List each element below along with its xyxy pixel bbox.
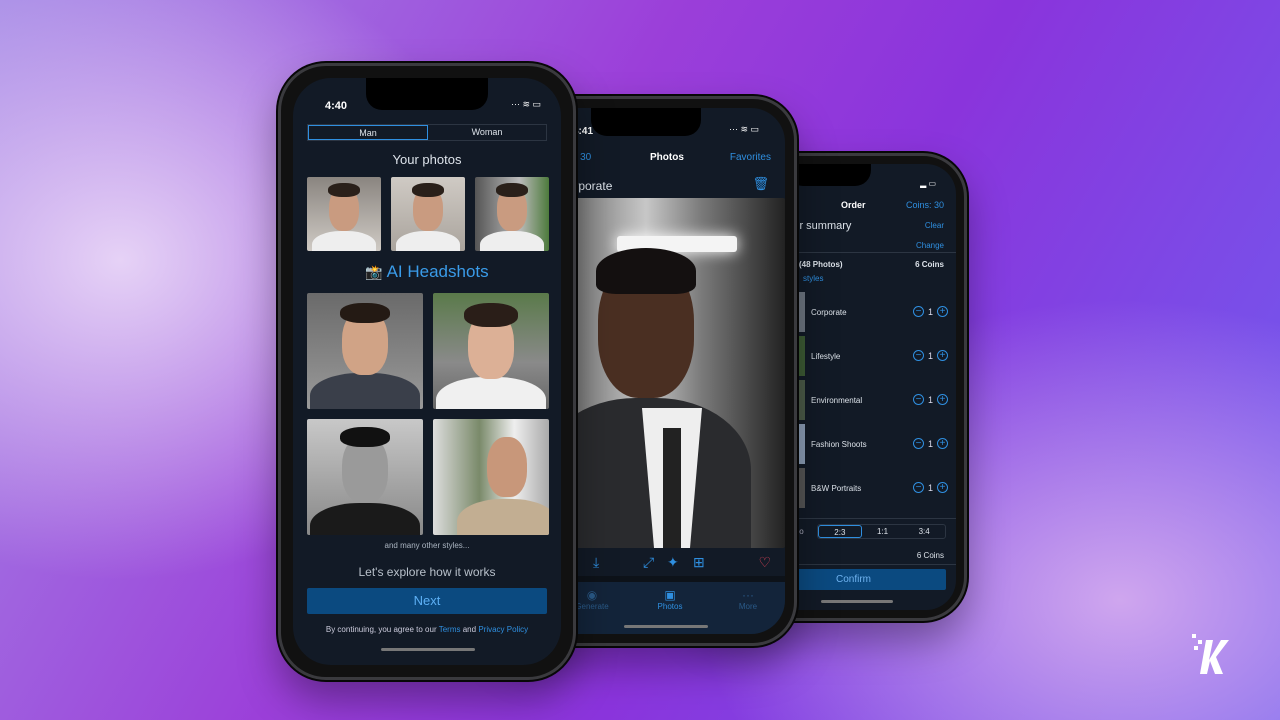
next-button[interactable]: Next	[307, 588, 547, 614]
plus-button[interactable]: +	[937, 306, 948, 317]
plus-button[interactable]: +	[937, 438, 948, 449]
magic-wand-icon[interactable]: ✦	[667, 554, 679, 571]
onboarding-screen: 4:40 ··· ≋ ▭ Man Woman Your photos 📸 AI …	[293, 78, 561, 665]
download-icon[interactable]: ⤓	[593, 554, 599, 571]
more-styles-text: and many other styles...	[384, 541, 470, 550]
screen-title: Photos	[650, 152, 684, 163]
style-qty: 1	[927, 394, 933, 405]
your-photos-title: Your photos	[392, 152, 462, 167]
minus-button[interactable]: −	[912, 438, 924, 449]
home-indicator	[381, 648, 475, 651]
style-name: Lifestyle	[811, 352, 841, 361]
order-title: Order	[841, 200, 866, 210]
plus-button[interactable]: +	[937, 482, 948, 493]
minus-button[interactable]: −	[912, 306, 924, 317]
style-row: Fashion Shoots −1 +	[791, 424, 956, 464]
package-label: (48 Photos)	[799, 260, 843, 269]
style-name: Corporate	[811, 308, 847, 317]
style-row: Environmental −1 +	[791, 380, 956, 420]
wifi-battery-icon: ··· ≋ ▭	[510, 99, 541, 109]
wifi-battery-icon: ··· ≋ ▭	[728, 124, 759, 134]
home-indicator	[624, 625, 708, 628]
headshot-example	[433, 293, 549, 409]
camera-icon: 📸	[365, 264, 383, 280]
clear-link[interactable]: Clear	[925, 221, 944, 230]
style-qty: 1	[927, 350, 933, 361]
minus-button[interactable]: −	[912, 482, 924, 493]
style-name: Environmental	[811, 396, 863, 405]
privacy-policy-link[interactable]: Privacy Policy	[478, 625, 528, 634]
tab-man[interactable]: Man	[308, 125, 428, 140]
user-photo[interactable]	[475, 177, 549, 251]
status-time: 4:41	[573, 126, 594, 137]
phone-onboarding: 4:40 ··· ≋ ▭ Man Woman Your photos 📸 AI …	[278, 63, 576, 680]
explore-text: Let's explore how it works	[358, 565, 496, 579]
plus-button[interactable]: +	[937, 350, 948, 361]
ratio-selector: 2:3 1:1 3:4	[817, 524, 946, 539]
brand-logo	[1192, 632, 1236, 676]
user-photo[interactable]	[307, 177, 381, 251]
headshot-example	[433, 419, 549, 535]
headshot-example	[307, 293, 423, 409]
tab-photos[interactable]: ▣ Photos	[645, 588, 695, 611]
ratio-option-2-3[interactable]: 2:3	[818, 525, 862, 538]
style-name: B&W Portraits	[811, 484, 862, 493]
home-indicator	[821, 600, 893, 603]
add-to-collection-icon[interactable]: ⊞	[693, 554, 705, 571]
gender-selector: Man Woman	[307, 124, 547, 141]
styles-link[interactable]: styles	[803, 274, 823, 283]
style-row: Lifestyle −1 +	[791, 336, 956, 376]
heart-icon[interactable]: ♡	[758, 554, 771, 571]
user-photo[interactable]	[391, 177, 465, 251]
package-coins: 6 Coins	[915, 260, 944, 269]
style-qty: 1	[927, 438, 933, 449]
tab-more[interactable]: ··· More	[723, 588, 773, 611]
style-name: Fashion Shoots	[811, 440, 867, 449]
plus-button[interactable]: +	[937, 394, 948, 405]
fullscreen-icon[interactable]: ⤢	[643, 554, 654, 571]
more-icon: ···	[742, 588, 754, 602]
ratio-option-3-4[interactable]: 3:4	[903, 525, 945, 538]
coins-label: Coins: 30	[905, 200, 944, 210]
headshot-example	[307, 419, 423, 535]
style-qty: 1	[927, 306, 933, 317]
style-row: Corporate −1 +	[791, 292, 956, 332]
ratio-option-1-1[interactable]: 1:1	[862, 525, 904, 538]
tab-woman[interactable]: Woman	[428, 125, 546, 140]
change-link[interactable]: Change	[916, 241, 944, 250]
status-time: 4:40	[325, 100, 348, 112]
battery-icon: ▂ ▭	[920, 179, 936, 188]
style-row: B&W Portraits −1 +	[791, 468, 956, 508]
ai-headshots-title: 📸 AI Headshots	[365, 262, 489, 281]
trash-icon[interactable]: 🗑	[752, 176, 769, 192]
legal-text: By continuing, you agree to our Terms an…	[325, 625, 529, 634]
minus-button[interactable]: −	[912, 394, 924, 405]
favorites-link[interactable]: Favorites	[730, 152, 771, 163]
terms-link[interactable]: Terms	[439, 625, 461, 634]
style-qty: 1	[927, 482, 933, 493]
photos-icon: ▣	[664, 588, 676, 602]
minus-button[interactable]: −	[912, 350, 924, 361]
total-coins: 6 Coins	[916, 551, 944, 560]
